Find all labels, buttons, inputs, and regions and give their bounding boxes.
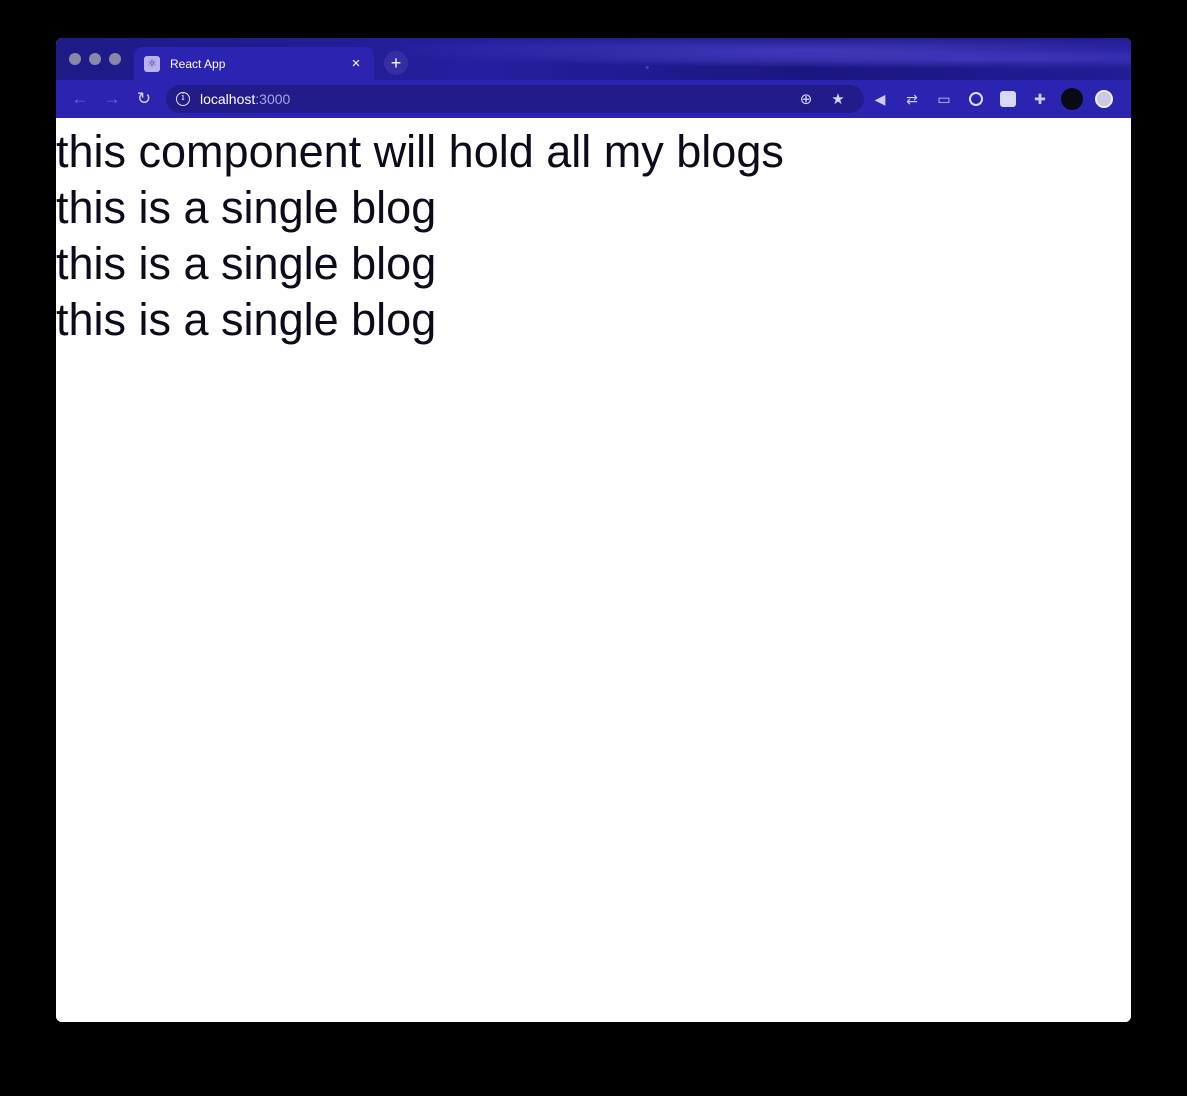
window-controls — [69, 53, 121, 65]
react-favicon-icon: ⚛ — [144, 55, 160, 72]
reload-button[interactable]: ↻ — [128, 85, 160, 113]
zoom-icon[interactable]: ⊕ — [790, 90, 822, 108]
address-host: localhost — [200, 91, 256, 107]
browser-tab-react-app[interactable]: ⚛ React App × — [134, 47, 374, 80]
link-extension-icon[interactable]: ⇄ — [896, 85, 928, 113]
dark-extension-icon[interactable] — [1056, 85, 1088, 113]
puzzle-extension-icon[interactable]: ✚ — [1024, 85, 1056, 113]
browser-titlebar: ⚛ React App × + — [56, 38, 1131, 80]
bookmark-star-icon[interactable]: ★ — [822, 90, 854, 108]
minimize-window-button[interactable] — [89, 53, 101, 65]
close-window-button[interactable] — [69, 53, 81, 65]
forward-button[interactable]: → — [96, 85, 128, 113]
circle-extension-icon[interactable] — [960, 85, 992, 113]
back-button[interactable]: ← — [64, 85, 96, 113]
site-info-icon[interactable]: i — [176, 92, 190, 106]
close-tab-icon[interactable]: × — [348, 55, 364, 72]
browser-window: ⚛ React App × + ← → ↻ i localhost:3000 ⊕… — [56, 38, 1131, 1022]
blogs-heading: this component will hold all my blogs — [56, 126, 784, 177]
address-port: :3000 — [255, 91, 291, 107]
square-extension-icon[interactable] — [992, 85, 1024, 113]
address-bar[interactable]: i localhost:3000 ⊕ ★ — [166, 85, 864, 113]
blog-item: this is a single blog — [56, 294, 437, 345]
browser-toolbar: ← → ↻ i localhost:3000 ⊕ ★ ◀ ⇄ ▭ ✚ — [56, 80, 1131, 118]
blog-item: this is a single blog — [56, 238, 437, 289]
new-tab-button[interactable]: + — [384, 51, 408, 75]
mute-extension-icon[interactable]: ◀ — [864, 85, 896, 113]
blog-item: this is a single blog — [56, 182, 437, 233]
screen-extension-icon[interactable]: ▭ — [928, 85, 960, 113]
page-content: this component will hold all my blogs th… — [56, 118, 1131, 1022]
profile-avatar-icon[interactable] — [1088, 85, 1120, 113]
tab-title: React App — [170, 56, 226, 71]
maximize-window-button[interactable] — [109, 53, 121, 65]
